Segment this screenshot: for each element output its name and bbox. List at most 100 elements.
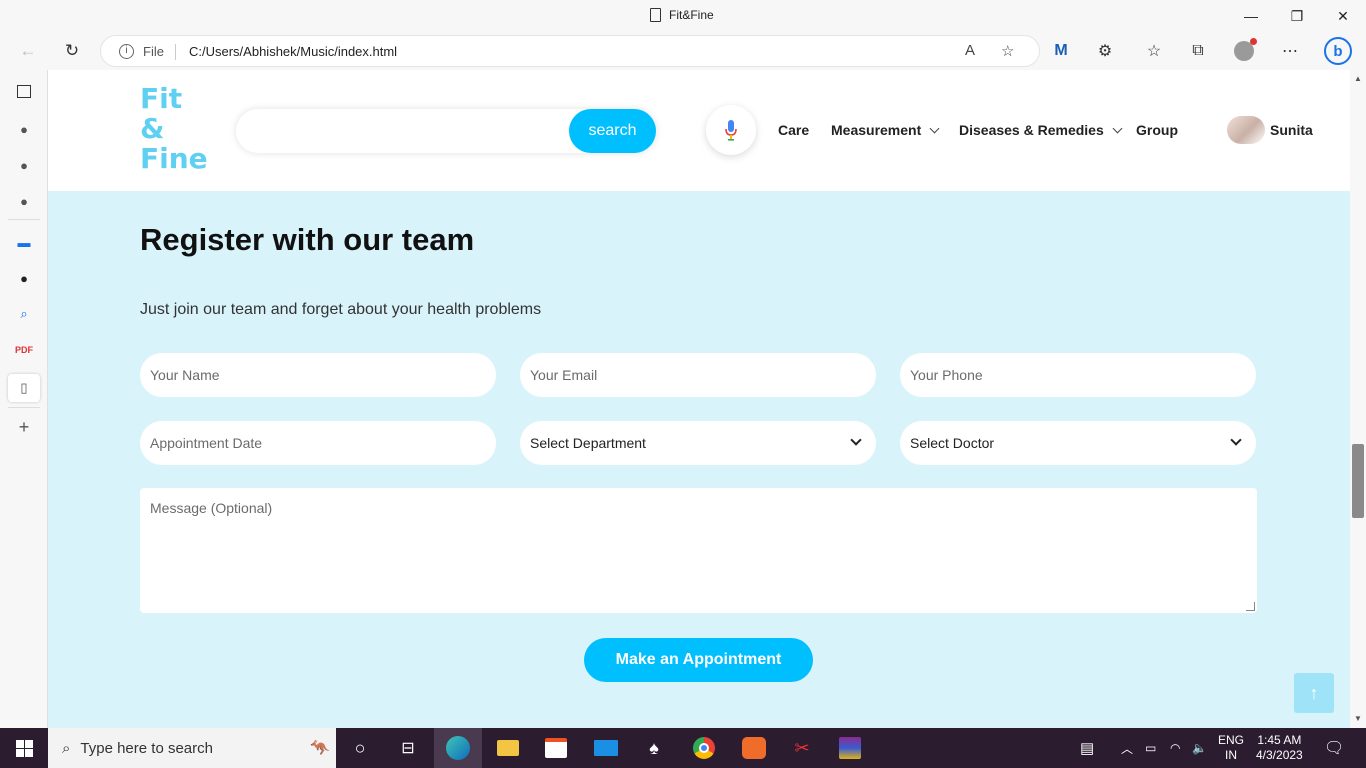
sidebar-divider — [8, 219, 40, 220]
info-icon[interactable]: i — [119, 44, 134, 59]
github-icon[interactable]: ● — [14, 155, 34, 175]
scroll-down-icon[interactable]: ▼ — [1354, 714, 1362, 723]
doctor-select[interactable]: Select Doctor — [900, 421, 1256, 465]
close-icon[interactable]: ✕ — [1333, 6, 1353, 26]
github-icon[interactable]: ● — [14, 191, 34, 211]
wifi-icon[interactable]: ◠ — [1170, 728, 1180, 768]
chrome-icon[interactable] — [680, 728, 728, 768]
back-arrow-icon[interactable]: ← — [17, 40, 39, 62]
github-icon[interactable]: ● — [14, 268, 34, 288]
language-code: ENG — [1218, 733, 1245, 747]
battery-icon[interactable]: ▭ — [1145, 728, 1156, 768]
clock-date: 4/3/2023 — [1256, 748, 1303, 762]
snipping-tool-icon[interactable]: ✂ — [778, 728, 826, 768]
scrollbar-thumb[interactable] — [1352, 444, 1364, 518]
scroll-up-icon[interactable]: ▲ — [1354, 74, 1362, 83]
window-title: Fit&Fine — [650, 8, 714, 22]
profile-icon[interactable] — [1233, 38, 1257, 62]
taskbar-search-input[interactable]: ⌕ Type here to search 🦘 — [48, 728, 336, 768]
cortana-icon[interactable]: ○ — [336, 728, 384, 768]
appointment-date-field[interactable]: Appointment Date — [140, 421, 496, 465]
region-code: IN — [1225, 748, 1237, 762]
windows-start-icon[interactable] — [0, 728, 48, 768]
search-button[interactable]: search — [569, 109, 656, 153]
microphone-icon[interactable] — [706, 105, 756, 155]
browser-sidebar: ● ● ● ▬ ● ⌕ PDF ▯ + — [0, 70, 48, 728]
chevron-down-icon — [850, 434, 862, 446]
screen-icon[interactable]: ▬ — [14, 232, 34, 252]
chevron-up-icon[interactable]: ︿ — [1121, 728, 1133, 768]
news-widget-icon[interactable]: ▤ — [1080, 728, 1094, 768]
edge-icon[interactable] — [434, 728, 482, 768]
web-page: Fit & Fine search Care Measurement Disea… — [48, 70, 1350, 728]
nav-measurement[interactable]: Measurement — [831, 122, 940, 138]
refresh-icon[interactable]: ↻ — [61, 40, 83, 62]
search-icon[interactable]: ⌕ — [14, 304, 34, 324]
department-select[interactable]: Select Department — [520, 421, 876, 465]
nav-care-label: Care — [778, 122, 810, 138]
nav-group[interactable]: Group — [1136, 122, 1178, 138]
logo-line-2: & — [140, 112, 165, 145]
task-view-icon[interactable]: ⊟ — [384, 728, 432, 768]
notifications-icon[interactable]: 🗨 — [1324, 728, 1344, 768]
more-options-icon[interactable]: ⋯ — [1279, 40, 1301, 62]
nav-group-label: Group — [1136, 122, 1178, 138]
chevron-down-icon — [929, 123, 940, 133]
language-indicator[interactable]: ENG IN — [1218, 728, 1244, 768]
email-field[interactable]: Your Email — [520, 353, 876, 397]
arrow-up-icon: ↑ — [1309, 682, 1319, 703]
github-icon[interactable]: ● — [14, 119, 34, 139]
message-textarea[interactable]: Message (Optional) — [140, 488, 1257, 613]
nav-measurement-label: Measurement — [831, 122, 922, 138]
clock[interactable]: 1:45 AM 4/3/2023 — [1256, 728, 1303, 768]
volume-icon[interactable]: 🔈 — [1192, 728, 1207, 768]
bing-chat-icon[interactable]: b — [1324, 37, 1352, 65]
name-field[interactable]: Your Name — [140, 353, 496, 397]
nav-diseases-label: Diseases & Remedies — [959, 122, 1104, 138]
sidebar-divider — [8, 407, 40, 408]
search-highlight-icon: 🦘 — [310, 740, 330, 757]
vertical-scrollbar[interactable]: ▲ ▼ — [1350, 70, 1366, 728]
mail-icon[interactable] — [582, 728, 630, 768]
user-name[interactable]: Sunita — [1270, 122, 1313, 138]
make-appointment-button[interactable]: Make an Appointment — [584, 638, 813, 682]
favorites-icon[interactable]: ☆ — [1143, 40, 1165, 62]
microsoft-store-icon[interactable] — [532, 728, 580, 768]
address-bar[interactable]: i File C:/Users/Abhishek/Music/index.htm… — [100, 35, 1040, 67]
page-icon[interactable]: ▯ — [8, 374, 40, 402]
department-select-value: Select Department — [530, 435, 646, 451]
app-orange-icon[interactable] — [730, 728, 778, 768]
window-title-text: Fit&Fine — [669, 8, 714, 22]
site-header: Fit & Fine search Care Measurement Disea… — [48, 70, 1350, 191]
resize-handle-icon[interactable] — [1246, 602, 1255, 611]
avatar[interactable] — [1227, 116, 1265, 144]
extensions-icon[interactable]: ⚙ — [1094, 40, 1116, 62]
logo-line-3: Fine — [140, 142, 208, 175]
nav-diseases-remedies[interactable]: Diseases & Remedies — [959, 122, 1123, 138]
chevron-down-icon — [1230, 434, 1242, 446]
divider — [175, 44, 176, 60]
url-text[interactable]: C:/Users/Abhishek/Music/index.html — [189, 44, 397, 59]
file-explorer-icon[interactable] — [484, 728, 532, 768]
page-title: Register with our team — [140, 222, 475, 257]
read-aloud-icon[interactable]: A — [965, 42, 975, 59]
clock-time: 1:45 AM — [1257, 733, 1302, 747]
document-icon — [650, 8, 661, 22]
logo-line-1: Fit — [140, 82, 183, 115]
collections-icon[interactable]: ⧉ — [1187, 40, 1209, 62]
back-to-top-button[interactable]: ↑ — [1294, 673, 1334, 713]
solitaire-icon[interactable]: ♠ — [630, 728, 678, 768]
add-favorite-icon[interactable]: ☆ — [1001, 42, 1014, 60]
restore-icon[interactable]: ❐ — [1287, 6, 1307, 26]
pdf-icon[interactable]: PDF — [14, 340, 34, 360]
tab-actions-icon[interactable] — [17, 85, 31, 98]
winrar-icon[interactable] — [826, 728, 874, 768]
malwarebytes-icon[interactable]: M — [1050, 40, 1072, 62]
add-icon[interactable]: + — [14, 417, 34, 437]
page-subtitle: Just join our team and forget about your… — [140, 301, 542, 318]
phone-field[interactable]: Your Phone — [900, 353, 1256, 397]
nav-care[interactable]: Care — [778, 122, 809, 138]
search-icon: ⌕ — [62, 739, 71, 757]
minimize-icon[interactable]: — — [1241, 6, 1261, 26]
site-logo[interactable]: Fit & Fine — [140, 84, 208, 174]
